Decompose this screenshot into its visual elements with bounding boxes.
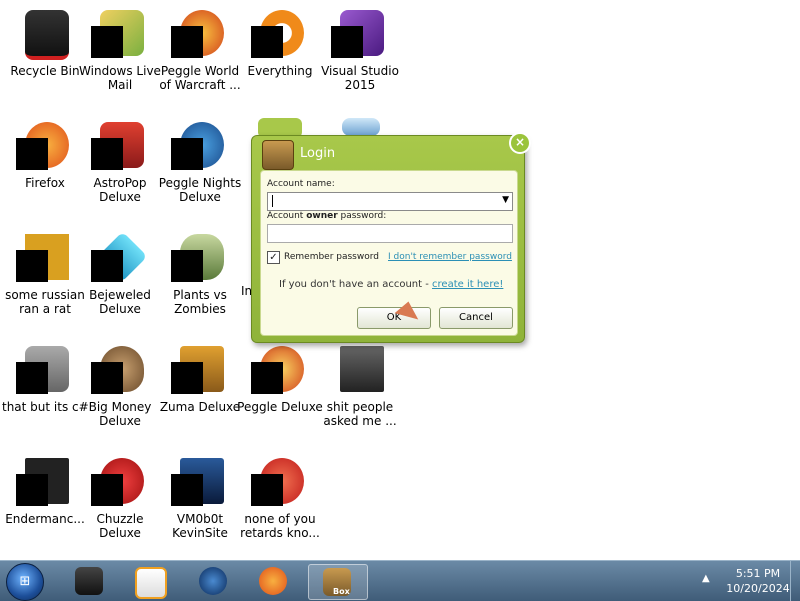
clock-date: 10/20/2024 (726, 582, 790, 595)
media-player-icon (135, 567, 167, 599)
desktop-icon-peggle-nights[interactable]: Peggle Nights Deluxe (157, 118, 243, 204)
app-logo-icon (262, 140, 294, 170)
desktop-icon-windows-live-mail[interactable]: Windows Live Mail (77, 6, 163, 92)
app-icon (16, 454, 73, 510)
desktop-icon-label: Endermanc... (5, 512, 85, 526)
password-label: Account owner password: (267, 211, 387, 221)
money-bag-icon (91, 342, 148, 398)
no-account-text: If you don't have an account - create it… (279, 279, 504, 290)
mail-icon (91, 6, 148, 62)
desktop-icon-bejeweled[interactable]: Bejeweled Deluxe (77, 230, 163, 316)
desktop-icon-label: Plants vs Zombies (173, 288, 227, 316)
system-tray: ▲ 5:51 PM 10/20/2024 (696, 561, 800, 601)
taskbar-item-media-player[interactable] (124, 564, 174, 599)
gem-icon (91, 230, 148, 286)
folder-icon (332, 342, 388, 398)
search-icon (251, 6, 308, 62)
desktop-icon-peggle-deluxe[interactable]: Peggle Deluxe (237, 342, 323, 414)
zuma-icon (171, 342, 228, 398)
desktop-icon-label: some russian ran a rat (5, 288, 85, 316)
dropdown-arrow-icon[interactable]: ▼ (502, 195, 509, 205)
firefox-icon (259, 567, 287, 595)
desktop-icon-that-but-its-csharp[interactable]: that but its c# (2, 342, 88, 414)
windows-logo-icon: ⊞ (19, 574, 31, 589)
close-button[interactable]: × (509, 132, 531, 154)
taskbar-item-login-app[interactable]: Box (308, 564, 368, 600)
taskbar-item-globe[interactable] (188, 564, 238, 598)
account-name-label: Account name: (267, 179, 335, 189)
peggle-icon (251, 454, 308, 510)
shortcut-icon (16, 342, 73, 398)
clock[interactable]: 5:51 PM 10/20/2024 (718, 566, 798, 596)
desktop-icon-label: AstroPop Deluxe (93, 176, 147, 204)
monitor-icon (171, 454, 228, 510)
taskbar-item-firefox[interactable] (248, 564, 298, 598)
desktop-icon-none-of-you[interactable]: none of you retards kno... (237, 454, 323, 540)
desktop-icon-vm0b0t[interactable]: VM0b0t KevinSite (157, 454, 243, 540)
chuzzle-icon (91, 454, 148, 510)
zombie-icon (171, 230, 228, 286)
desktop-icon-label: Visual Studio 2015 (321, 64, 399, 92)
remember-password-label: Remember password (284, 252, 379, 262)
dialog-titlebar[interactable]: Login (252, 136, 524, 170)
desktop-icon-label: Big Money Deluxe (88, 400, 152, 428)
desktop-icon-firefox[interactable]: Firefox (2, 118, 88, 190)
clock-time: 5:51 PM (735, 567, 781, 580)
tablet-icon (75, 567, 103, 595)
recycle-bin-icon (17, 6, 73, 62)
visual-studio-icon (331, 6, 388, 62)
desktop-icon-shit-people[interactable]: shit people asked me ... (317, 342, 403, 428)
desktop-icon-chuzzle[interactable]: Chuzzle Deluxe (77, 454, 163, 540)
desktop-icon-some-russian[interactable]: some russian ran a rat (2, 230, 88, 316)
desktop-icon-peggle-wow[interactable]: Peggle World of Warcraft ... (157, 6, 243, 92)
desktop-icon-label: Everything (247, 64, 313, 78)
desktop-icon-label: shit people asked me ... (323, 400, 397, 428)
desktop-icon-astropop[interactable]: AstroPop Deluxe (77, 118, 163, 204)
show-hidden-icons-button[interactable]: ▲ (702, 573, 710, 584)
login-dialog: Login × Account name: ▼ Account owner pa… (251, 132, 531, 343)
desktop-icon-label: Recycle Bin (10, 64, 80, 78)
desktop-icon-recycle-bin[interactable]: Recycle Bin (2, 6, 88, 78)
taskbar: ⊞ Box ▲ 5:51 PM 10/20/2024 (0, 560, 800, 601)
show-desktop-button[interactable] (790, 561, 800, 601)
desktop-icon-label: Peggle World of Warcraft ... (159, 64, 241, 92)
desktop-icon-label: Chuzzle Deluxe (96, 512, 144, 540)
password-field[interactable] (267, 224, 513, 243)
app-icon (16, 230, 73, 286)
peggle-icon (171, 6, 228, 62)
desktop-icon-label: Peggle Nights Deluxe (158, 176, 242, 204)
desktop-icon-label: none of you retards kno... (240, 512, 320, 540)
desktop-icon-endermanch[interactable]: Endermanc... (2, 454, 88, 526)
taskbar-item-tablet[interactable] (64, 564, 114, 598)
cancel-button[interactable]: Cancel (439, 307, 513, 329)
desktop-icon-label: Windows Live Mail (79, 64, 161, 92)
text-caret (272, 195, 273, 207)
desktop-icon-label: Peggle Deluxe (237, 400, 323, 414)
remember-password-checkbox[interactable]: ✓ (267, 251, 280, 264)
taskbar-item-label: Box (333, 587, 350, 596)
desktop-icon-label: Zuma Deluxe (159, 400, 241, 414)
peggle-icon (171, 118, 228, 174)
desktop-icon-label: Firefox (25, 176, 65, 190)
desktop-icon-label: that but its c# (2, 400, 88, 414)
login-panel: Account name: ▼ Account owner password: … (260, 170, 518, 336)
create-account-link[interactable]: create it here! (432, 279, 503, 290)
firefox-icon (16, 118, 73, 174)
hidden-document-icon (342, 118, 380, 136)
desktop-icon-zuma[interactable]: Zuma Deluxe (157, 342, 243, 414)
account-name-combobox[interactable]: ▼ (267, 192, 513, 211)
game-icon (91, 118, 148, 174)
desktop-icon-label: VM0b0t KevinSite (172, 512, 228, 540)
forgot-password-link[interactable]: I don't remember password (388, 252, 512, 262)
dialog-title: Login (300, 146, 336, 161)
desktop-icon-visual-studio[interactable]: Visual Studio 2015 (317, 6, 403, 92)
start-button[interactable]: ⊞ (6, 563, 44, 601)
desktop-icon-big-money[interactable]: Big Money Deluxe (77, 342, 163, 428)
desktop-icon-label: Bejeweled Deluxe (89, 288, 151, 316)
peggle-icon (251, 342, 308, 398)
globe-icon (199, 567, 227, 595)
desktop-icon-everything[interactable]: Everything (237, 6, 323, 78)
desktop-icon-plants-vs-zombies[interactable]: Plants vs Zombies (157, 230, 243, 316)
